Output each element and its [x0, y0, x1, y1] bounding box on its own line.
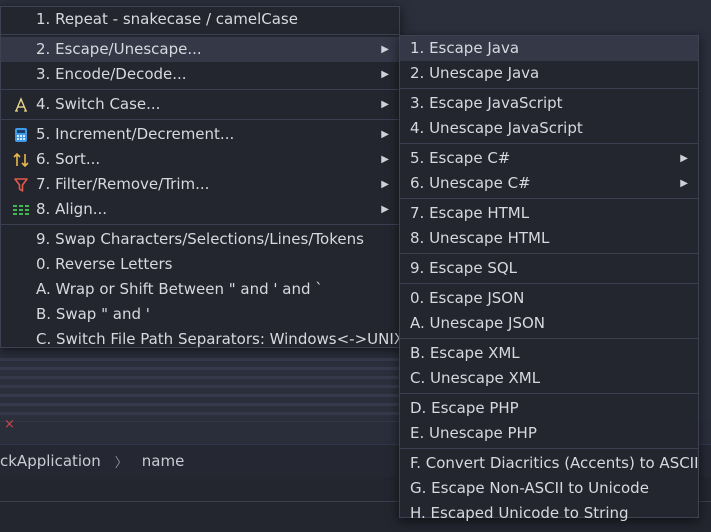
submenu-arrow-icon: ▶ [381, 69, 389, 80]
menu-item-label: H. Escaped Unicode to String [410, 504, 629, 522]
submenu-item-unescape-xml[interactable]: C. Unescape XML [400, 366, 698, 391]
menu-item-label: 6. Unescape C# [410, 174, 531, 192]
menu-item-label: 2. Escape/Unescape... [36, 40, 202, 58]
submenu-item-unescape-php[interactable]: E. Unescape PHP [400, 421, 698, 446]
submenu-arrow-icon: ▶ [381, 44, 389, 55]
menu-item-label: 8. Align... [36, 200, 108, 218]
submenu-arrow-icon: ▶ [680, 153, 688, 164]
menu-separator [400, 253, 698, 254]
menu-item-label: 9. Swap Characters/Selections/Lines/Toke… [36, 230, 364, 248]
menu-item-label: 3. Encode/Decode... [36, 65, 187, 83]
menu-item-label: E. Unescape PHP [410, 424, 537, 442]
sort-arrows-icon [12, 151, 30, 168]
menu-item-label: 5. Increment/Decrement... [36, 125, 235, 143]
submenu-item-unescape-javascript[interactable]: 4. Unescape JavaScript [400, 116, 698, 141]
menu-item-label: F. Convert Diacritics (Accents) to ASCII [410, 454, 699, 472]
submenu-item-unescape-json[interactable]: A. Unescape JSON [400, 311, 698, 336]
menu-item-label: 8. Unescape HTML [410, 229, 550, 247]
escape-unescape-submenu: 1. Escape Java 2. Unescape Java 3. Escap… [399, 35, 699, 522]
breadcrumb-item-member[interactable]: name [142, 452, 185, 470]
submenu-arrow-icon: ▶ [381, 204, 389, 215]
menu-item-label: 6. Sort... [36, 150, 101, 168]
menu-item-label: 9. Escape SQL [410, 259, 518, 277]
submenu-item-unescape-java[interactable]: 2. Unescape Java [400, 61, 698, 86]
breadcrumb-item-class[interactable]: ckApplication [0, 452, 101, 470]
submenu-item-escape-csharp[interactable]: 5. Escape C# ▶ [400, 146, 698, 171]
submenu-item-escape-php[interactable]: D. Escape PHP [400, 396, 698, 421]
menu-item-wrap-shift-quotes[interactable]: A. Wrap or Shift Between " and ' and ` [1, 277, 399, 302]
submenu-item-escape-json[interactable]: 0. Escape JSON [400, 286, 698, 311]
menu-item-filter[interactable]: 7. Filter/Remove/Trim... ▶ [1, 172, 399, 197]
menu-separator [1, 89, 399, 90]
submenu-arrow-icon: ▶ [381, 154, 389, 165]
menu-item-repeat[interactable]: 1. Repeat - snakecase / camelCase [1, 7, 399, 32]
menu-separator [400, 143, 698, 144]
menu-item-label: 2. Unescape Java [410, 64, 540, 82]
menu-item-label: C. Switch File Path Separators: Windows<… [36, 330, 405, 348]
submenu-item-unescape-csharp[interactable]: 6. Unescape C# ▶ [400, 171, 698, 196]
submenu-item-escaped-unicode-to-string[interactable]: H. Escaped Unicode to String [400, 501, 698, 526]
menu-item-label: 1. Escape Java [410, 39, 520, 57]
menu-separator [400, 393, 698, 394]
menu-item-encode-decode[interactable]: 3. Encode/Decode... ▶ [1, 62, 399, 87]
letter-a-icon [12, 96, 30, 113]
menu-item-label: G. Escape Non-ASCII to Unicode [410, 479, 649, 497]
menu-separator [1, 119, 399, 120]
menu-item-label: B. Swap " and ' [36, 305, 150, 323]
menu-item-swap-quotes[interactable]: B. Swap " and ' [1, 302, 399, 327]
submenu-arrow-icon: ▶ [381, 99, 389, 110]
menu-item-label: A. Unescape JSON [410, 314, 545, 332]
menu-item-label: A. Wrap or Shift Between " and ' and ` [36, 280, 323, 298]
submenu-item-escape-java[interactable]: 1. Escape Java [400, 36, 698, 61]
menu-item-label: 0. Escape JSON [410, 289, 525, 307]
menu-item-label: B. Escape XML [410, 344, 520, 362]
submenu-item-escape-non-ascii[interactable]: G. Escape Non-ASCII to Unicode [400, 476, 698, 501]
submenu-item-convert-diacritics[interactable]: F. Convert Diacritics (Accents) to ASCII [400, 451, 699, 476]
menu-item-switch-case[interactable]: 4. Switch Case... ▶ [1, 92, 399, 117]
menu-item-reverse-letters[interactable]: 0. Reverse Letters [1, 252, 399, 277]
menu-separator [1, 224, 399, 225]
menu-item-label: 7. Filter/Remove/Trim... [36, 175, 210, 193]
menu-separator [1, 34, 399, 35]
menu-separator [400, 283, 698, 284]
calculator-icon [12, 126, 30, 143]
menu-item-label: 7. Escape HTML [410, 204, 530, 222]
submenu-item-escape-javascript[interactable]: 3. Escape JavaScript [400, 91, 698, 116]
submenu-arrow-icon: ▶ [381, 129, 389, 140]
submenu-item-escape-sql[interactable]: 9. Escape SQL [400, 256, 698, 281]
menu-item-align[interactable]: 8. Align... ▶ [1, 197, 399, 222]
error-marker-icon: × [4, 417, 15, 432]
chevron-right-icon: 〉 [114, 455, 128, 471]
main-context-menu: 1. Repeat - snakecase / camelCase 2. Esc… [0, 6, 404, 348]
align-columns-icon [12, 201, 30, 218]
filter-funnel-icon [12, 176, 30, 193]
submenu-item-escape-html[interactable]: 7. Escape HTML [400, 201, 698, 226]
menu-item-label: D. Escape PHP [410, 399, 519, 417]
menu-item-swap-characters[interactable]: 9. Swap Characters/Selections/Lines/Toke… [1, 227, 399, 252]
menu-item-label: 0. Reverse Letters [36, 255, 173, 273]
submenu-arrow-icon: ▶ [680, 178, 688, 189]
menu-item-escape-unescape[interactable]: 2. Escape/Unescape... ▶ [1, 37, 399, 62]
menu-item-label: 5. Escape C# [410, 149, 511, 167]
menu-separator [400, 88, 698, 89]
menu-item-label: C. Unescape XML [410, 369, 541, 387]
submenu-item-unescape-html[interactable]: 8. Unescape HTML [400, 226, 698, 251]
menu-item-label: 1. Repeat - snakecase / camelCase [36, 10, 298, 28]
menu-item-sort[interactable]: 6. Sort... ▶ [1, 147, 399, 172]
submenu-arrow-icon: ▶ [381, 179, 389, 190]
editor-code-lines [0, 352, 400, 422]
menu-separator [400, 198, 698, 199]
menu-item-label: 4. Unescape JavaScript [410, 119, 583, 137]
menu-item-switch-path-separators[interactable]: C. Switch File Path Separators: Windows<… [1, 327, 404, 352]
menu-separator [400, 338, 698, 339]
menu-item-increment-decrement[interactable]: 5. Increment/Decrement... ▶ [1, 122, 399, 147]
menu-item-label: 3. Escape JavaScript [410, 94, 563, 112]
menu-separator [400, 448, 698, 449]
submenu-item-escape-xml[interactable]: B. Escape XML [400, 341, 698, 366]
menu-item-label: 4. Switch Case... [36, 95, 161, 113]
